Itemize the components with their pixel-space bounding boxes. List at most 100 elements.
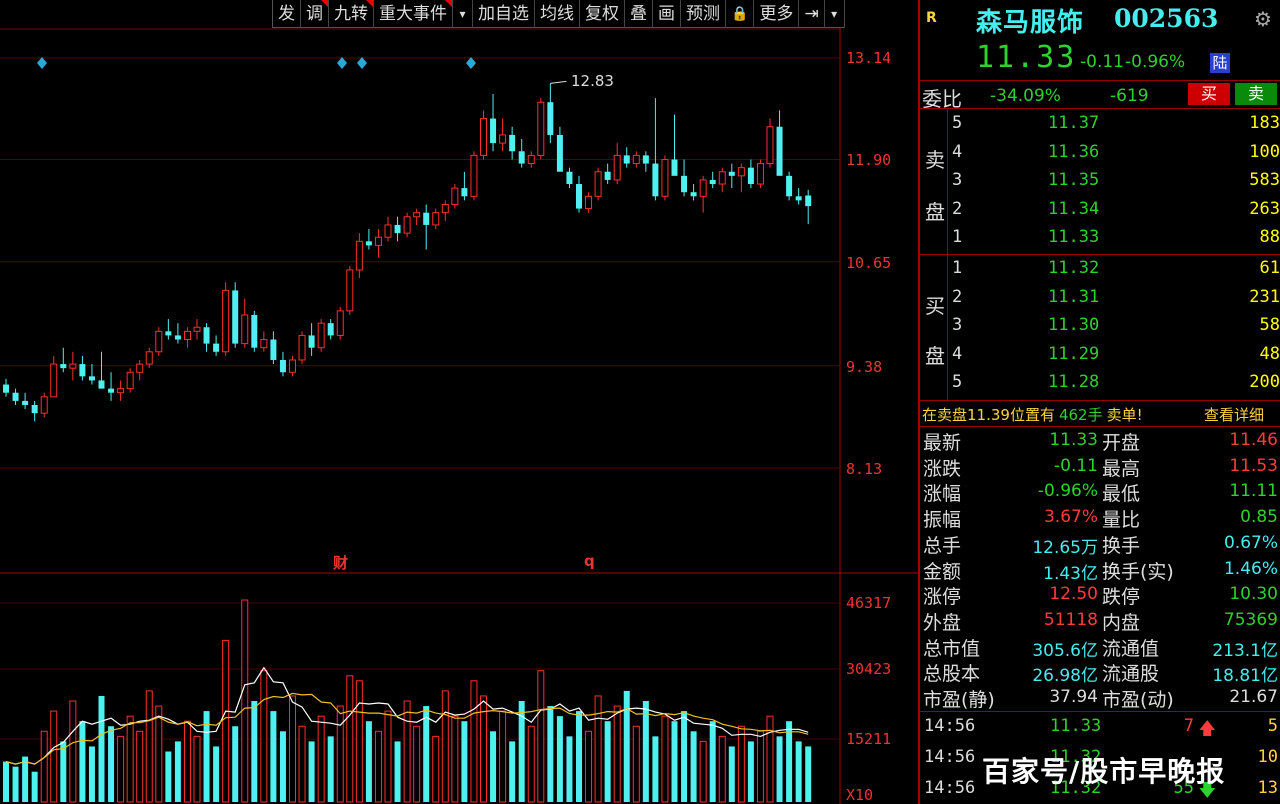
ask-row[interactable]: 2 11.34 263 <box>948 199 1280 227</box>
candle-body-down[interactable] <box>709 179 716 185</box>
bid-row[interactable]: 3 11.30 58 <box>948 315 1280 343</box>
candle-body-down[interactable] <box>690 192 697 197</box>
candle-body-up[interactable] <box>441 203 449 214</box>
candle-body-up[interactable] <box>718 171 726 185</box>
candle-body-up[interactable] <box>480 118 487 156</box>
candle-body-down[interactable] <box>805 195 812 207</box>
candle-body-up[interactable] <box>241 314 249 345</box>
candle-body-down[interactable] <box>365 241 372 246</box>
candle-body-up[interactable] <box>183 330 191 341</box>
bid-row[interactable]: 2 11.31 231 <box>948 287 1280 315</box>
ask-row[interactable]: 4 11.36 100 <box>948 142 1280 170</box>
candle-body-up[interactable] <box>432 212 440 226</box>
candle-body-up[interactable] <box>699 179 707 197</box>
q-event-mark[interactable]: q <box>584 552 595 570</box>
view-details-link[interactable]: 查看详细 <box>1204 404 1264 425</box>
candle-body-up[interactable] <box>298 334 306 361</box>
candle-body-up[interactable] <box>756 163 764 185</box>
candle-body-down[interactable] <box>31 404 38 414</box>
bid-row[interactable]: 1 11.32 61 <box>948 258 1280 286</box>
candle-body-up[interactable] <box>766 126 774 165</box>
candle-body-up[interactable] <box>317 322 325 349</box>
candle-body-up[interactable] <box>222 289 230 353</box>
toolbar-button-tiao[interactable]: 调 <box>301 0 329 28</box>
gear-icon[interactable]: ⚙ <box>1254 7 1272 31</box>
candle-body-down[interactable] <box>652 163 659 197</box>
candle-body-up[interactable] <box>594 171 602 197</box>
candle-body-up[interactable] <box>145 351 153 365</box>
candle-body-down[interactable] <box>12 392 19 401</box>
candle-body-down[interactable] <box>518 151 525 164</box>
sell-button[interactable]: 卖 <box>1235 83 1277 105</box>
candle-body-down[interactable] <box>623 155 630 164</box>
candle-body-down[interactable] <box>547 102 554 135</box>
candle-body-down[interactable] <box>98 380 105 389</box>
candle-body-up[interactable] <box>260 339 268 349</box>
candle-body-down[interactable] <box>604 171 611 180</box>
candle-body-up[interactable] <box>136 363 144 373</box>
candle-body-down[interactable] <box>308 335 315 348</box>
candle-body-down[interactable] <box>786 175 793 197</box>
candle-body-down[interactable] <box>776 126 783 176</box>
candle-body-down[interactable] <box>681 175 688 193</box>
toolbar-button-moving-average[interactable]: 均线 <box>535 0 580 28</box>
ask-row[interactable]: 5 11.37 183 <box>948 113 1280 141</box>
toolbar-button-draw[interactable]: 画 <box>653 0 681 28</box>
candle-body-down[interactable] <box>461 188 468 197</box>
candle-body-down[interactable] <box>3 384 9 393</box>
candle-body-down[interactable] <box>165 331 172 336</box>
event-diamond-icon[interactable] <box>337 57 347 69</box>
chevron-down-icon[interactable]: ▾ <box>825 0 845 28</box>
event-diamond-icon[interactable] <box>466 57 476 69</box>
candle-body-down[interactable] <box>60 364 67 369</box>
candle-body-up[interactable] <box>193 326 201 332</box>
candle-body-up[interactable] <box>413 212 421 218</box>
candle-body-up[interactable] <box>499 134 507 144</box>
candle-body-down[interactable] <box>203 327 210 344</box>
candle-body-up[interactable] <box>50 363 58 398</box>
candle-body-up[interactable] <box>117 388 125 394</box>
candle-body-down[interactable] <box>576 184 582 209</box>
event-diamond-icon[interactable] <box>37 57 47 69</box>
toolbar-button-overlay[interactable]: 叠 <box>625 0 653 28</box>
lock-icon[interactable]: 🔒 <box>726 0 755 28</box>
candle-body-down[interactable] <box>747 167 754 185</box>
ask-row[interactable]: 3 11.35 583 <box>948 170 1280 198</box>
candle-body-up[interactable] <box>384 224 392 238</box>
toolbar-button-fa[interactable]: 发 <box>273 0 301 28</box>
ask-row[interactable]: 1 11.33 88 <box>948 227 1280 255</box>
candle-body-up[interactable] <box>336 310 344 336</box>
candle-body-down[interactable] <box>556 134 563 172</box>
candle-body-down[interactable] <box>509 134 516 152</box>
candle-body-down[interactable] <box>728 171 735 176</box>
candle-body-down[interactable] <box>270 339 277 360</box>
candle-body-down[interactable] <box>108 388 115 393</box>
candle-body-down[interactable] <box>174 335 181 340</box>
candle-body-up[interactable] <box>374 236 382 246</box>
candle-body-up[interactable] <box>289 359 296 373</box>
candle-body-up[interactable] <box>470 154 478 197</box>
candle-body-down[interactable] <box>566 171 573 185</box>
candle-body-up[interactable] <box>355 240 363 271</box>
candle-body-down[interactable] <box>423 212 430 225</box>
kline-chart[interactable] <box>0 0 918 804</box>
candle-body-up[interactable] <box>613 154 621 181</box>
toolbar-button-add-watchlist[interactable]: 加自选 <box>473 0 535 28</box>
candle-body-down[interactable] <box>232 290 239 344</box>
toolbar-button-adjust[interactable]: 复权 <box>580 0 625 28</box>
collapse-right-icon[interactable]: ⇥ <box>799 0 825 28</box>
kline-chart-area[interactable]: 13.14 11.90 10.65 9.38 8.13 46317 30423 … <box>0 0 918 804</box>
candle-body-down[interactable] <box>22 400 29 405</box>
candle-body-up[interactable] <box>632 154 640 165</box>
toolbar-button-jiuzhuan[interactable]: 九转 <box>329 0 374 28</box>
candle-body-down[interactable] <box>279 359 286 373</box>
candle-body-up[interactable] <box>403 216 411 234</box>
candle-body-up[interactable] <box>69 363 77 369</box>
candle-body-up[interactable] <box>737 167 745 177</box>
candle-body-down[interactable] <box>490 118 497 144</box>
candle-body-up[interactable] <box>527 154 535 165</box>
candle-body-down[interactable] <box>251 314 258 348</box>
candle-body-down[interactable] <box>327 323 334 336</box>
candle-body-down[interactable] <box>642 155 649 164</box>
candle-body-up[interactable] <box>40 396 48 414</box>
